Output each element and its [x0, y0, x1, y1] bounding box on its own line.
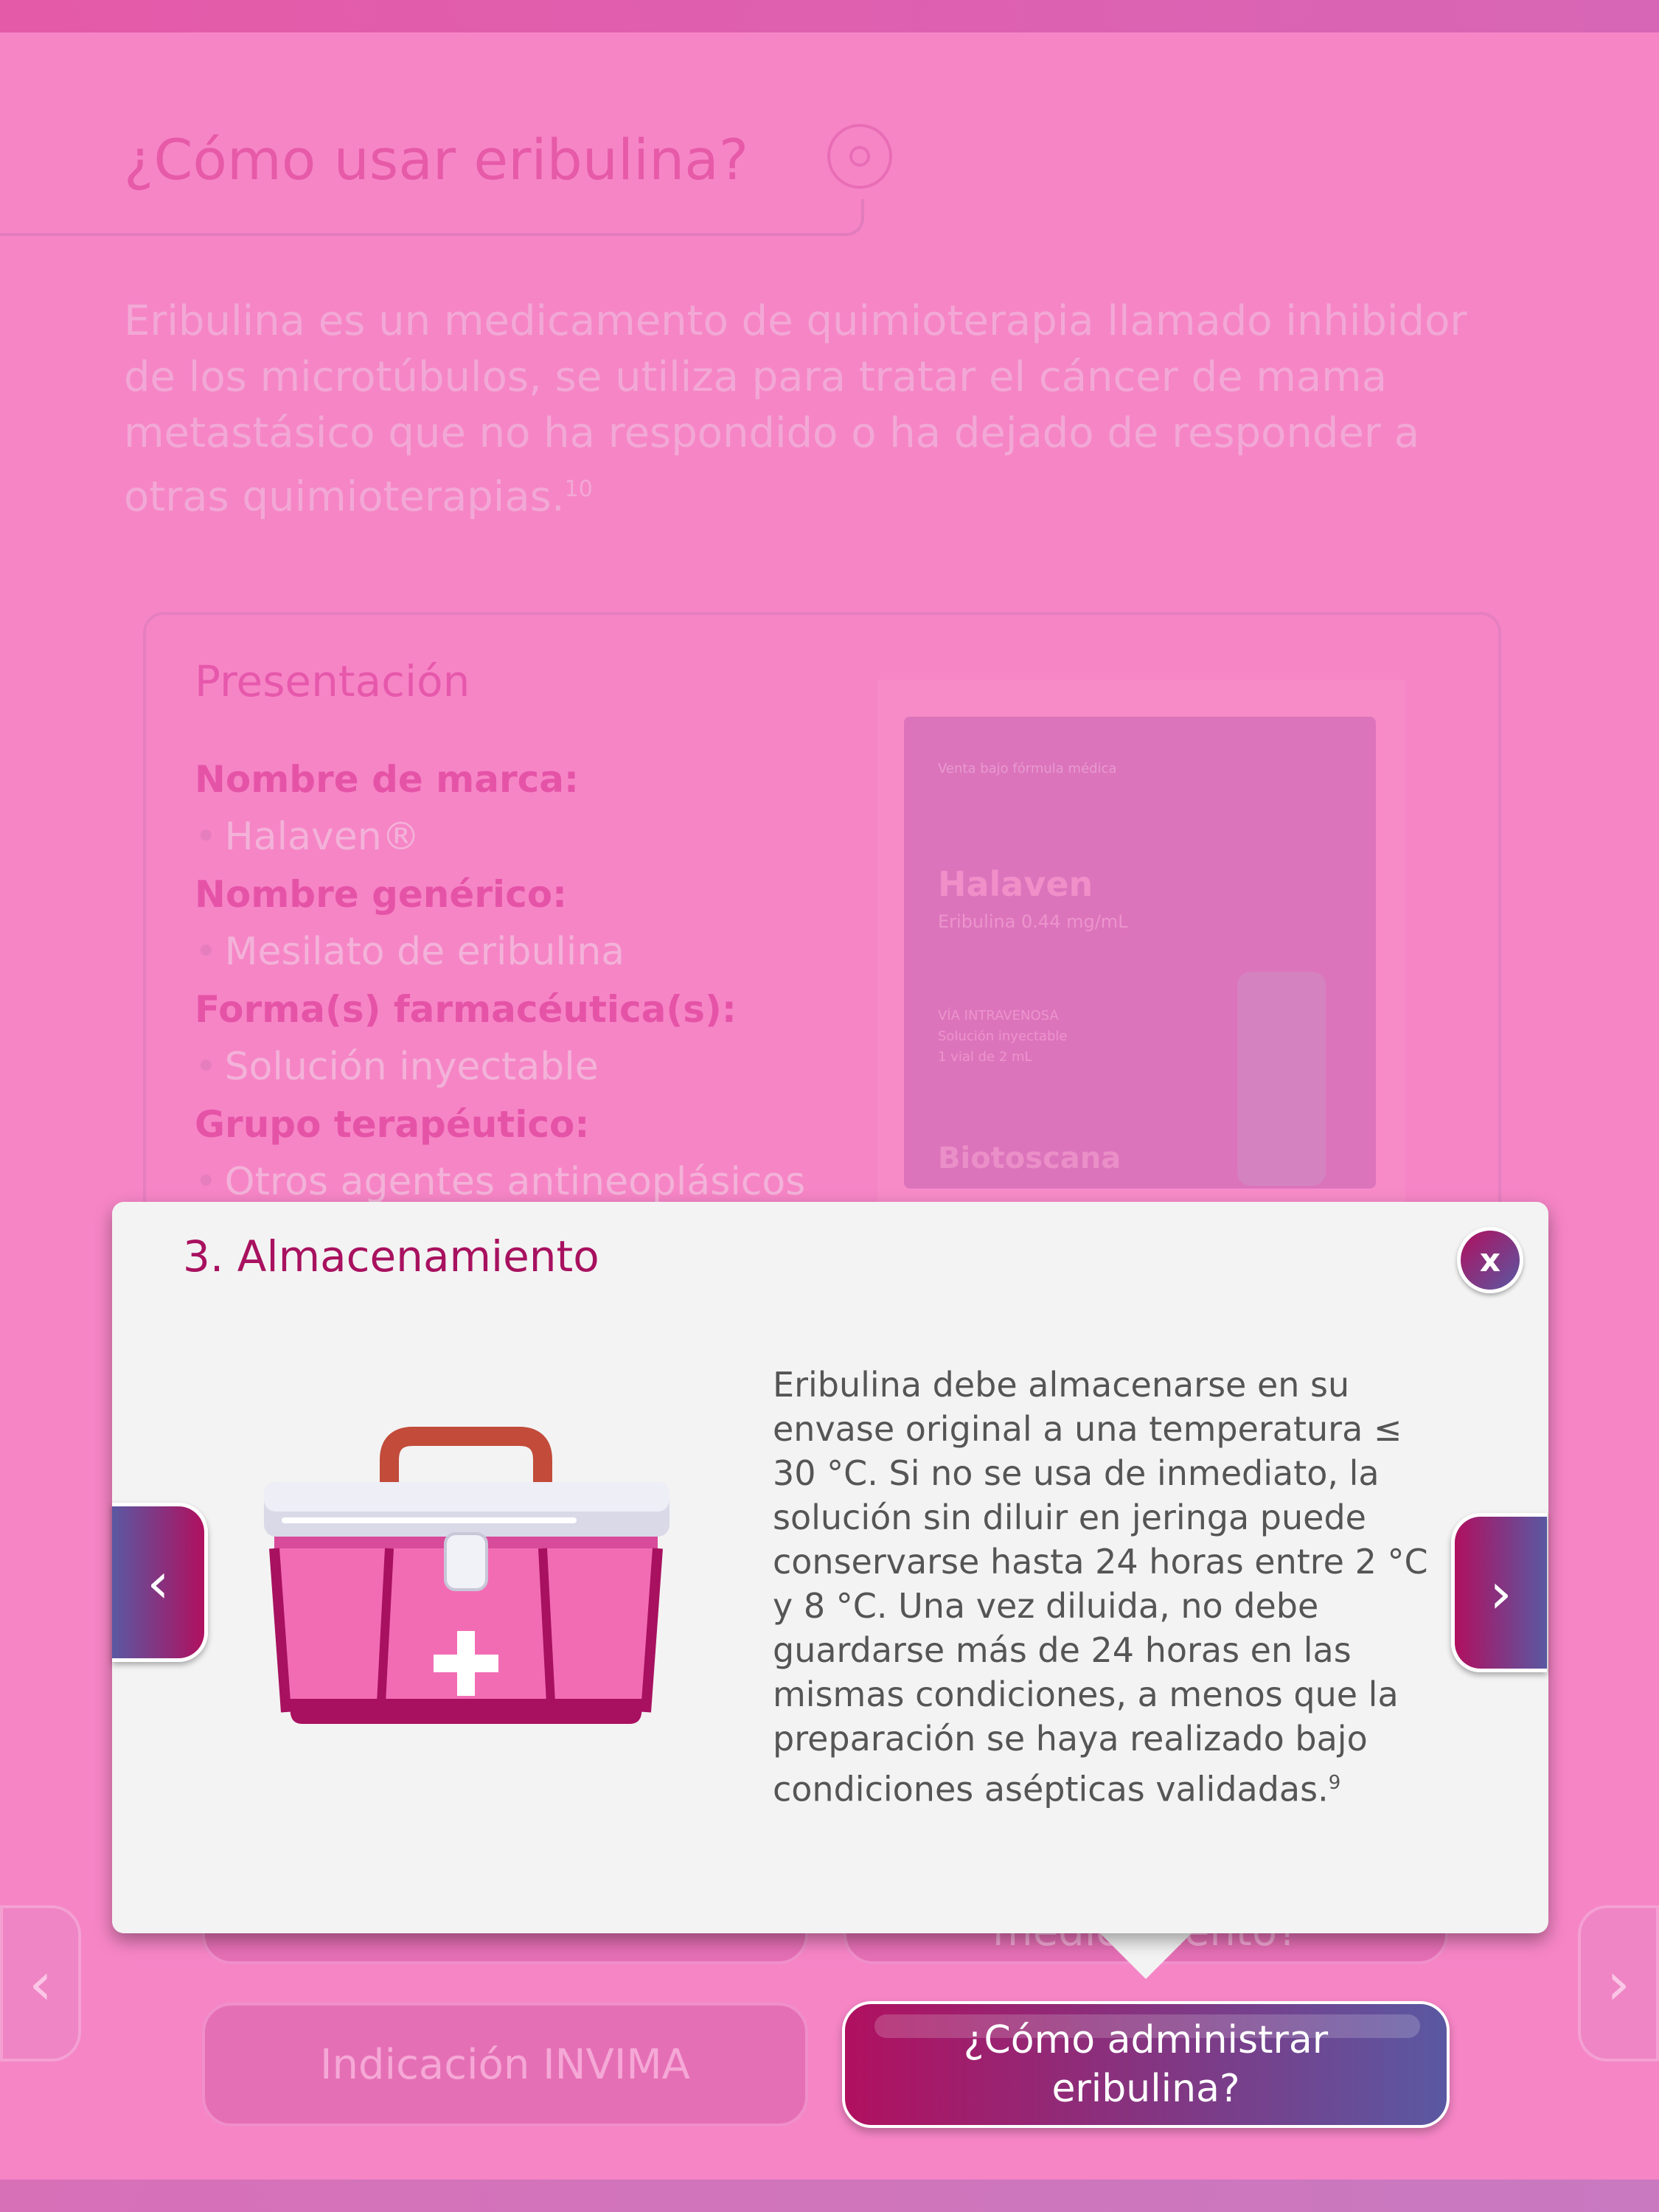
page-next-chevron-icon[interactable]: › [1578, 1905, 1659, 2062]
modal-prev-button[interactable]: ‹ [112, 1503, 208, 1662]
brand-name-label: Nombre de marca: [195, 758, 580, 801]
modal-title: 3. Almacenamiento [183, 1231, 599, 1281]
product-box-note: Venta bajo fórmula médica [938, 761, 1117, 776]
indication-invima-button[interactable]: Indicación INVIMA [202, 2003, 808, 2126]
product-box-pack: 1 vial de 2 mL [938, 1049, 1032, 1065]
modal-pointer [1097, 1930, 1194, 1979]
intro-reference: 10 [564, 476, 593, 502]
modal-body: Eribulina debe almacenarse en su envase … [773, 1363, 1436, 1811]
intro-text: Eribulina es un medicamento de quimioter… [124, 297, 1467, 521]
modal-body-reference: 9 [1328, 1772, 1341, 1794]
administer-eribulina-label: ¿Cómo administrar eribulina? [963, 2018, 1329, 2111]
page-title: ¿Cómo usar eribulina? [124, 127, 749, 192]
generic-name-label: Nombre genérico: [195, 873, 568, 916]
product-box-form: Solución inyectable [938, 1029, 1068, 1044]
target-icon [827, 124, 892, 189]
therapeutic-group-label: Grupo terapéutico: [195, 1103, 590, 1146]
top-bar [0, 0, 1659, 32]
product-box-route-text: VÍA INTRAVENOSA [938, 1008, 1059, 1023]
storage-modal: 3. Almacenamiento x Eribulina debe almac… [112, 1202, 1548, 1933]
chevron-right-icon: › [1489, 1559, 1512, 1626]
intro-paragraph: Eribulina es un medicamento de quimioter… [124, 293, 1510, 526]
page-prev-chevron-icon[interactable]: ‹ [0, 1905, 81, 2062]
medical-kit-icon [264, 1427, 669, 1724]
vial-image [1237, 972, 1326, 1186]
chevron-left-icon: ‹ [147, 1549, 170, 1615]
modal-body-text: Eribulina debe almacenarse en su envase … [773, 1365, 1428, 1809]
product-image: Venta bajo fórmula médica Halaven Eribul… [877, 680, 1405, 1202]
close-button[interactable]: x [1457, 1227, 1523, 1293]
bottom-bar [0, 2180, 1659, 2212]
close-icon: x [1479, 1241, 1501, 1279]
product-box-route: VÍA INTRAVENOSA Solución inyectable 1 vi… [938, 1006, 1130, 1068]
product-box-brand: Halaven [938, 864, 1093, 904]
dosage-form-label: Forma(s) farmacéutica(s): [195, 988, 737, 1031]
administer-eribulina-button[interactable]: ¿Cómo administrar eribulina? [842, 2001, 1450, 2128]
title-underline [0, 199, 864, 236]
product-box-strength: Eribulina 0.44 mg/mL [938, 911, 1128, 932]
modal-next-button[interactable]: › [1451, 1513, 1547, 1672]
product-box-maker: Biotoscana [938, 1141, 1121, 1175]
presentation-list: Nombre de marca: Halaven® Nombre genéric… [195, 751, 858, 1211]
presentation-title: Presentación [195, 656, 470, 706]
brand-name-value: Halaven® [195, 808, 858, 866]
generic-name-value: Mesilato de eribulina [195, 923, 858, 981]
dosage-form-value: Solución inyectable [195, 1038, 858, 1096]
